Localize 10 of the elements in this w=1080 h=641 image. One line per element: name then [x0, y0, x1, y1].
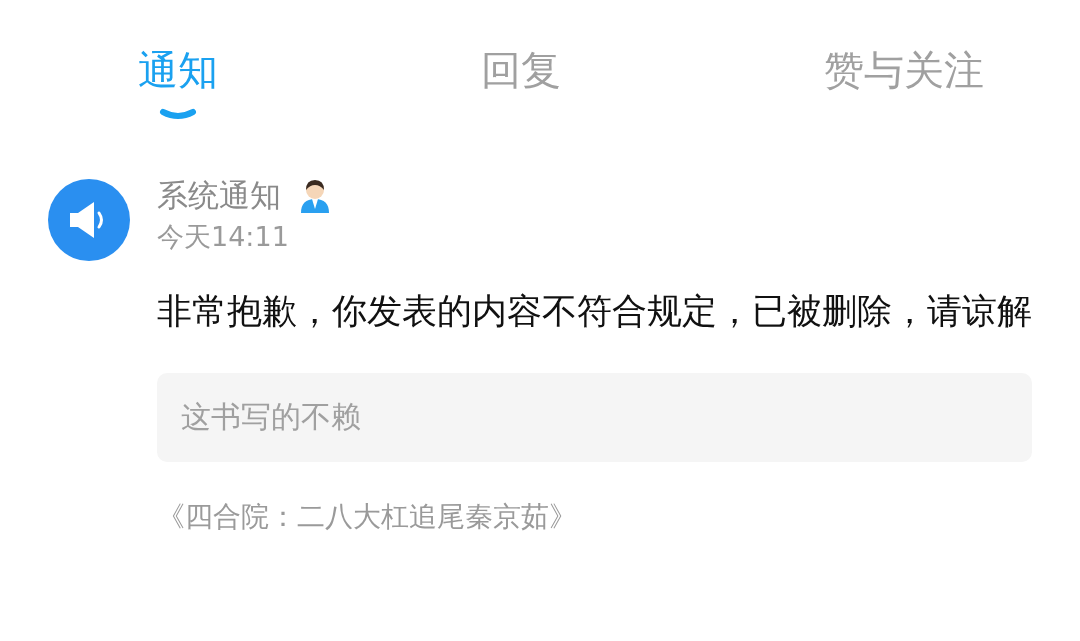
tab[interactable]: 赞与关注 [824, 42, 984, 98]
timestamp: 今天14:11 [157, 220, 290, 254]
sender-name: 系统通知 [157, 176, 281, 215]
tab[interactable]: 通知 [138, 42, 218, 98]
notification-message: 非常抱歉，你发表的内容不符合规定，已被删除，请谅解 [157, 290, 1032, 333]
tab[interactable]: 回复 [481, 42, 561, 98]
source-title[interactable]: 《四合院：二八大杠追尾秦京茹》 [157, 498, 1032, 536]
quoted-comment[interactable]: 这书写的不赖 [157, 373, 1032, 462]
tab-indicator [159, 108, 197, 120]
megaphone-avatar-icon [48, 179, 130, 261]
